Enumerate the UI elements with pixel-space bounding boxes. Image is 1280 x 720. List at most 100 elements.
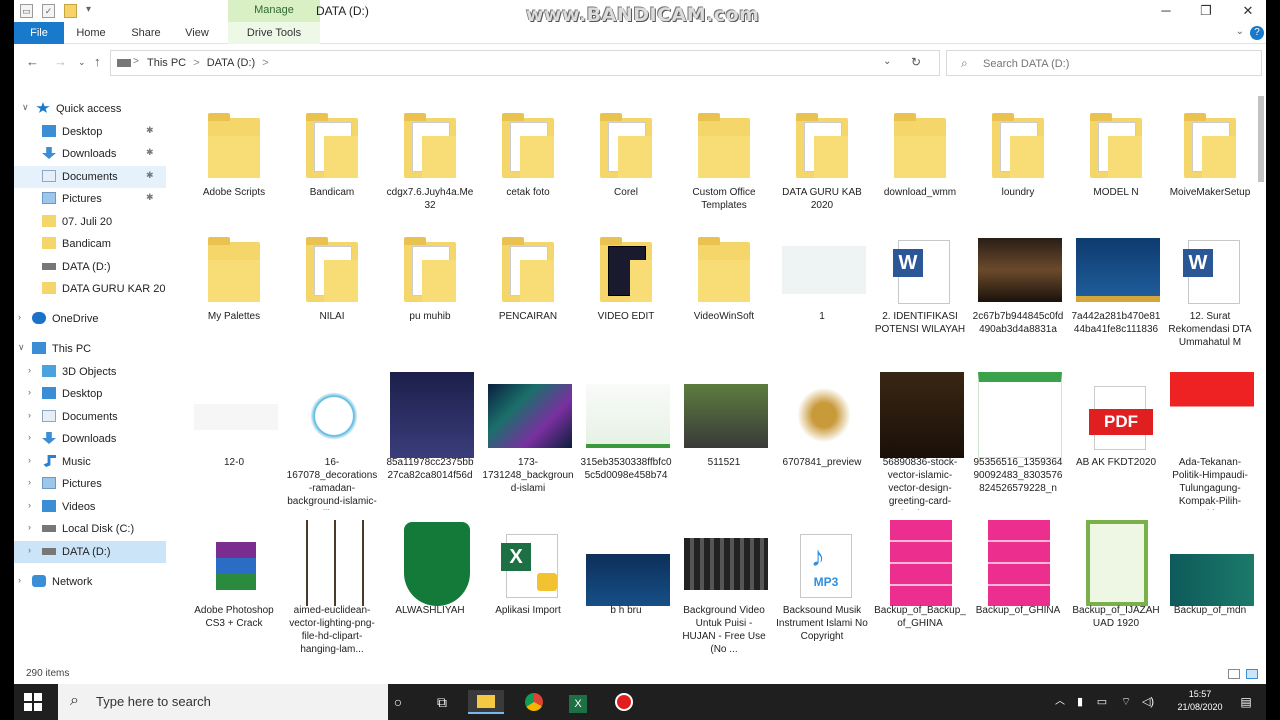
- address-bar[interactable]: > This PC > DATA (D:) > ⌄ ↻: [110, 50, 940, 76]
- details-view-icon[interactable]: [1228, 669, 1240, 679]
- sidebar-item[interactable]: 07. Juli 20: [14, 211, 166, 233]
- breadcrumb-this-pc[interactable]: This PC: [147, 57, 186, 69]
- sidebar-item[interactable]: Downloads ✱: [14, 143, 166, 165]
- file-item[interactable]: loundry: [972, 94, 1064, 234]
- file-item[interactable]: 1: [776, 218, 868, 358]
- sidebar-item[interactable]: Documents ✱: [14, 166, 166, 188]
- expand-chevron-icon[interactable]: ›: [28, 477, 31, 487]
- notifications-icon[interactable]: ▤: [1234, 690, 1258, 714]
- sidebar-item[interactable]: DATA GURU KAR 20: [14, 278, 166, 300]
- sidebar-item[interactable]: › OneDrive: [14, 308, 166, 330]
- file-item[interactable]: 7a442a281b470e8144ba41fe8c111836: [1070, 218, 1162, 358]
- file-item[interactable]: cetak foto: [482, 94, 574, 234]
- address-dropdown-icon[interactable]: ⌄: [883, 56, 891, 67]
- file-item[interactable]: Backup_of_GHINA: [972, 512, 1064, 652]
- file-item[interactable]: Ada-Tekanan-Politik-Himpaudi-Tulungagung…: [1164, 364, 1254, 510]
- sidebar-item[interactable]: ∨ Quick access: [14, 98, 166, 120]
- file-item[interactable]: cdgx7.6.Juyh4a.Me32: [384, 94, 476, 234]
- expand-chevron-icon[interactable]: ›: [28, 432, 31, 442]
- sidebar-item[interactable]: Desktop ✱: [14, 121, 166, 143]
- file-item[interactable]: VideoWinSoft: [678, 218, 770, 358]
- file-item[interactable]: W 12. Surat Rekomendasi DTA Ummahatul M: [1164, 218, 1254, 358]
- tab-file[interactable]: File: [14, 22, 64, 44]
- sidebar-item[interactable]: Bandicam: [14, 233, 166, 255]
- recent-dropdown-icon[interactable]: ⌄: [78, 57, 86, 68]
- sidebar-item[interactable]: › Pictures: [14, 473, 166, 495]
- close-button[interactable]: ✕: [1228, 0, 1266, 22]
- task-view-icon[interactable]: ⧉: [430, 690, 454, 714]
- expand-chevron-icon[interactable]: ›: [18, 312, 21, 322]
- file-item[interactable]: Backup_of_IJAZAH UAD 1920: [1070, 512, 1162, 652]
- chrome-icon[interactable]: [522, 690, 546, 714]
- file-item[interactable]: PDF AB AK FKDT2020: [1070, 364, 1162, 504]
- cortana-icon[interactable]: ○: [386, 690, 410, 714]
- file-item[interactable]: b h bru: [580, 512, 672, 652]
- taskbar-search[interactable]: ⌕ Type here to search: [58, 684, 388, 720]
- file-item[interactable]: Backup_of_Backup_of_GHINA: [874, 512, 966, 652]
- file-item[interactable]: Adobe Photoshop CS3 + Crack: [188, 512, 280, 652]
- bandicam-icon[interactable]: [612, 690, 636, 714]
- file-item[interactable]: MODEL N: [1070, 94, 1162, 234]
- clock[interactable]: 15:57 21/08/2020: [1168, 688, 1232, 714]
- expand-chevron-icon[interactable]: ›: [28, 387, 31, 397]
- expand-chevron-icon[interactable]: ›: [18, 575, 21, 585]
- file-item[interactable]: Backup_of_mdn: [1164, 512, 1254, 652]
- battery-icon[interactable]: ▭: [1090, 690, 1114, 714]
- sidebar-item[interactable]: DATA (D:): [14, 256, 166, 278]
- file-item[interactable]: download_wmm: [874, 94, 966, 234]
- file-item[interactable]: Adobe Scripts: [188, 94, 280, 234]
- file-item[interactable]: MoiveMakerSetup: [1164, 94, 1254, 234]
- large-icons-view-icon[interactable]: [1246, 669, 1258, 679]
- search-input[interactable]: [983, 56, 1253, 71]
- volume-icon[interactable]: ◁): [1136, 690, 1160, 714]
- file-item[interactable]: 315eb3530338ffbfc05c5d0098e458b74: [580, 364, 672, 504]
- sidebar-item[interactable]: › DATA (D:): [14, 541, 166, 563]
- file-item[interactable]: VIDEO EDIT: [580, 218, 672, 358]
- file-item[interactable]: 85a11978cc2375bb27ca82ca8014f56d: [384, 364, 476, 504]
- file-item[interactable]: 16-167078_decorations-ramadan-background…: [286, 364, 378, 510]
- properties-icon[interactable]: ✓: [42, 4, 55, 18]
- sidebar-item[interactable]: › Downloads: [14, 428, 166, 450]
- expand-chevron-icon[interactable]: ›: [28, 545, 31, 555]
- sidebar-item[interactable]: › Documents: [14, 406, 166, 428]
- tab-share[interactable]: Share: [128, 22, 164, 44]
- tab-drive-tools[interactable]: Drive Tools: [228, 22, 320, 44]
- expand-ribbon-icon[interactable]: ⌄: [1236, 26, 1244, 37]
- sidebar-item[interactable]: › Music: [14, 451, 166, 473]
- new-folder-icon[interactable]: [64, 4, 77, 18]
- breadcrumb-data-drive[interactable]: DATA (D:): [207, 57, 255, 69]
- collapse-chevron-icon[interactable]: ∨: [18, 342, 25, 353]
- search-box[interactable]: ⌕: [946, 50, 1262, 76]
- sidebar-item[interactable]: › Videos: [14, 496, 166, 518]
- excel-icon[interactable]: X: [566, 690, 590, 714]
- minimize-button[interactable]: ─: [1146, 0, 1186, 22]
- network-tray-icon[interactable]: ⌔: [1114, 690, 1138, 714]
- file-item[interactable]: Custom Office Templates: [678, 94, 770, 234]
- file-item[interactable]: 511521: [678, 364, 770, 504]
- file-item[interactable]: PENCAIRAN: [482, 218, 574, 358]
- scrollbar-thumb[interactable]: [1258, 96, 1264, 182]
- sidebar-item[interactable]: › Local Disk (C:): [14, 518, 166, 540]
- tab-view[interactable]: View: [182, 22, 212, 44]
- file-item[interactable]: 56890836-stock-vector-islamic-vector-des…: [874, 364, 966, 510]
- sidebar-item[interactable]: Pictures ✱: [14, 188, 166, 210]
- file-item[interactable]: ALWASHLIYAH: [384, 512, 476, 652]
- expand-chevron-icon[interactable]: ›: [28, 455, 31, 465]
- help-button[interactable]: ?: [1250, 26, 1264, 40]
- sidebar-item[interactable]: › 3D Objects: [14, 361, 166, 383]
- file-explorer-taskbar-icon[interactable]: [468, 690, 504, 714]
- forward-button[interactable]: →: [54, 54, 67, 69]
- up-button[interactable]: ↑: [94, 54, 101, 69]
- file-item[interactable]: 2c67b7b944845c0fd490ab3d4a8831a: [972, 218, 1064, 358]
- sidebar-item[interactable]: › Network: [14, 571, 166, 593]
- file-item[interactable]: pu muhib: [384, 218, 476, 358]
- file-item[interactable]: Corel: [580, 94, 672, 234]
- expand-chevron-icon[interactable]: ›: [28, 410, 31, 420]
- expand-chevron-icon[interactable]: ›: [28, 500, 31, 510]
- manage-tab[interactable]: Manage: [228, 0, 320, 22]
- usb-icon[interactable]: ▮: [1068, 690, 1092, 714]
- sidebar-item[interactable]: › Desktop: [14, 383, 166, 405]
- file-item[interactable]: ♪ MP3 Backsound Musik Instrument Islami No…: [776, 512, 868, 652]
- file-item[interactable]: aimed-euclidean-vector-lighting-png-file…: [286, 512, 378, 655]
- file-item[interactable]: My Palettes: [188, 218, 280, 358]
